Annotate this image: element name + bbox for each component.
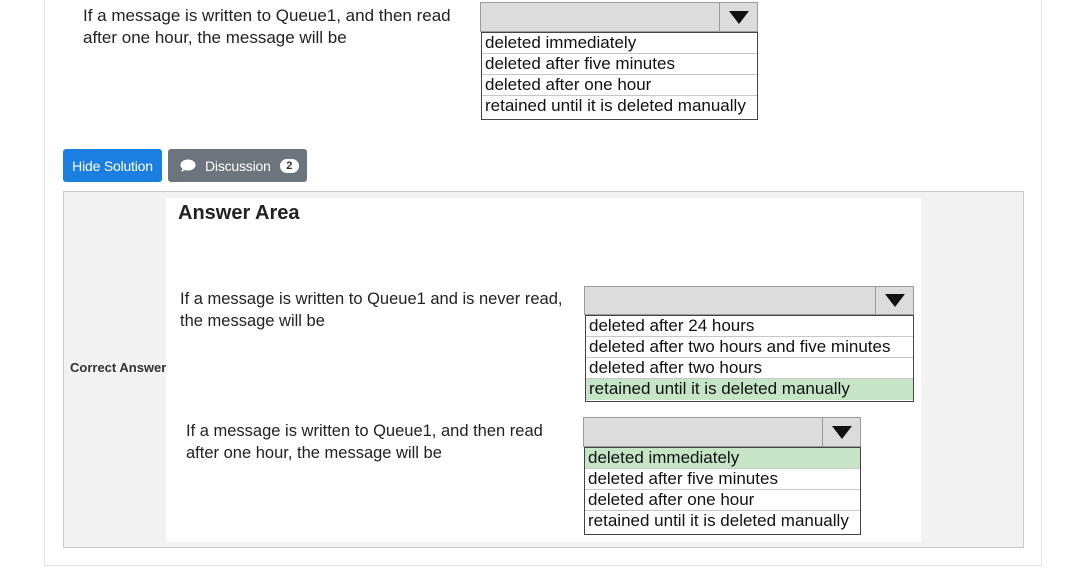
- question-text: If a message is written to Queue1, and t…: [83, 5, 451, 49]
- hide-solution-label: Hide Solution: [72, 157, 153, 174]
- dropdown-option[interactable]: deleted after five minutes: [585, 469, 860, 490]
- dropdown-arrow-button[interactable]: [875, 287, 913, 314]
- discussion-button[interactable]: Discussion 2: [168, 149, 307, 182]
- answer-2-options: deleted immediately deleted after five m…: [584, 447, 861, 535]
- dropdown-option[interactable]: retained until it is deleted manually: [482, 96, 757, 117]
- dropdown-option[interactable]: deleted after one hour: [482, 75, 757, 96]
- answer-question-1-text: If a message is written to Queue1 and is…: [180, 288, 562, 332]
- answer-question-1-line2: the message will be: [180, 312, 325, 330]
- dropdown-option[interactable]: deleted after two hours: [586, 358, 913, 379]
- dropdown-option[interactable]: retained until it is deleted manually: [585, 511, 860, 532]
- triangle-down-icon: [831, 425, 852, 439]
- answer-1-dropdown[interactable]: [584, 286, 914, 315]
- dropdown-option[interactable]: deleted immediately: [482, 33, 757, 54]
- answer-question-2-text: If a message is written to Queue1, and t…: [186, 420, 543, 464]
- discussion-label: Discussion: [205, 157, 271, 174]
- answer-1-options: deleted after 24 hours deleted after two…: [585, 315, 914, 402]
- answer-dropdown[interactable]: [480, 2, 758, 32]
- dropdown-option[interactable]: deleted after 24 hours: [586, 316, 913, 337]
- answer-question-2-line2: after one hour, the message will be: [186, 444, 442, 462]
- answer-2-dropdown[interactable]: [583, 417, 861, 447]
- dropdown-option[interactable]: deleted after two hours and five minutes: [586, 337, 913, 358]
- dropdown-options: deleted immediately deleted after five m…: [481, 32, 758, 120]
- question-text-line1: If a message is written to Queue1, and t…: [83, 6, 451, 25]
- dropdown-arrow-button[interactable]: [822, 418, 860, 446]
- hide-solution-button[interactable]: Hide Solution: [63, 149, 162, 182]
- triangle-down-icon: [728, 10, 749, 24]
- answer-question-1-line1: If a message is written to Queue1 and is…: [180, 290, 563, 308]
- triangle-down-icon: [884, 294, 905, 307]
- answer-area-title: Answer Area: [178, 202, 300, 224]
- discussion-count-badge: 2: [279, 158, 299, 173]
- dropdown-option-selected[interactable]: deleted immediately: [585, 448, 860, 469]
- answer-question-2-line1: If a message is written to Queue1, and t…: [186, 422, 543, 440]
- dropdown-option[interactable]: deleted after five minutes: [482, 54, 757, 75]
- question-text-line2: after one hour, the message will be: [83, 28, 347, 47]
- dropdown-option[interactable]: deleted after one hour: [585, 490, 860, 511]
- correct-answer-label: Correct Answer:: [70, 360, 171, 375]
- dropdown-option-selected[interactable]: retained until it is deleted manually: [586, 379, 913, 400]
- dropdown-arrow-button[interactable]: [719, 3, 757, 31]
- comment-icon: [180, 159, 196, 172]
